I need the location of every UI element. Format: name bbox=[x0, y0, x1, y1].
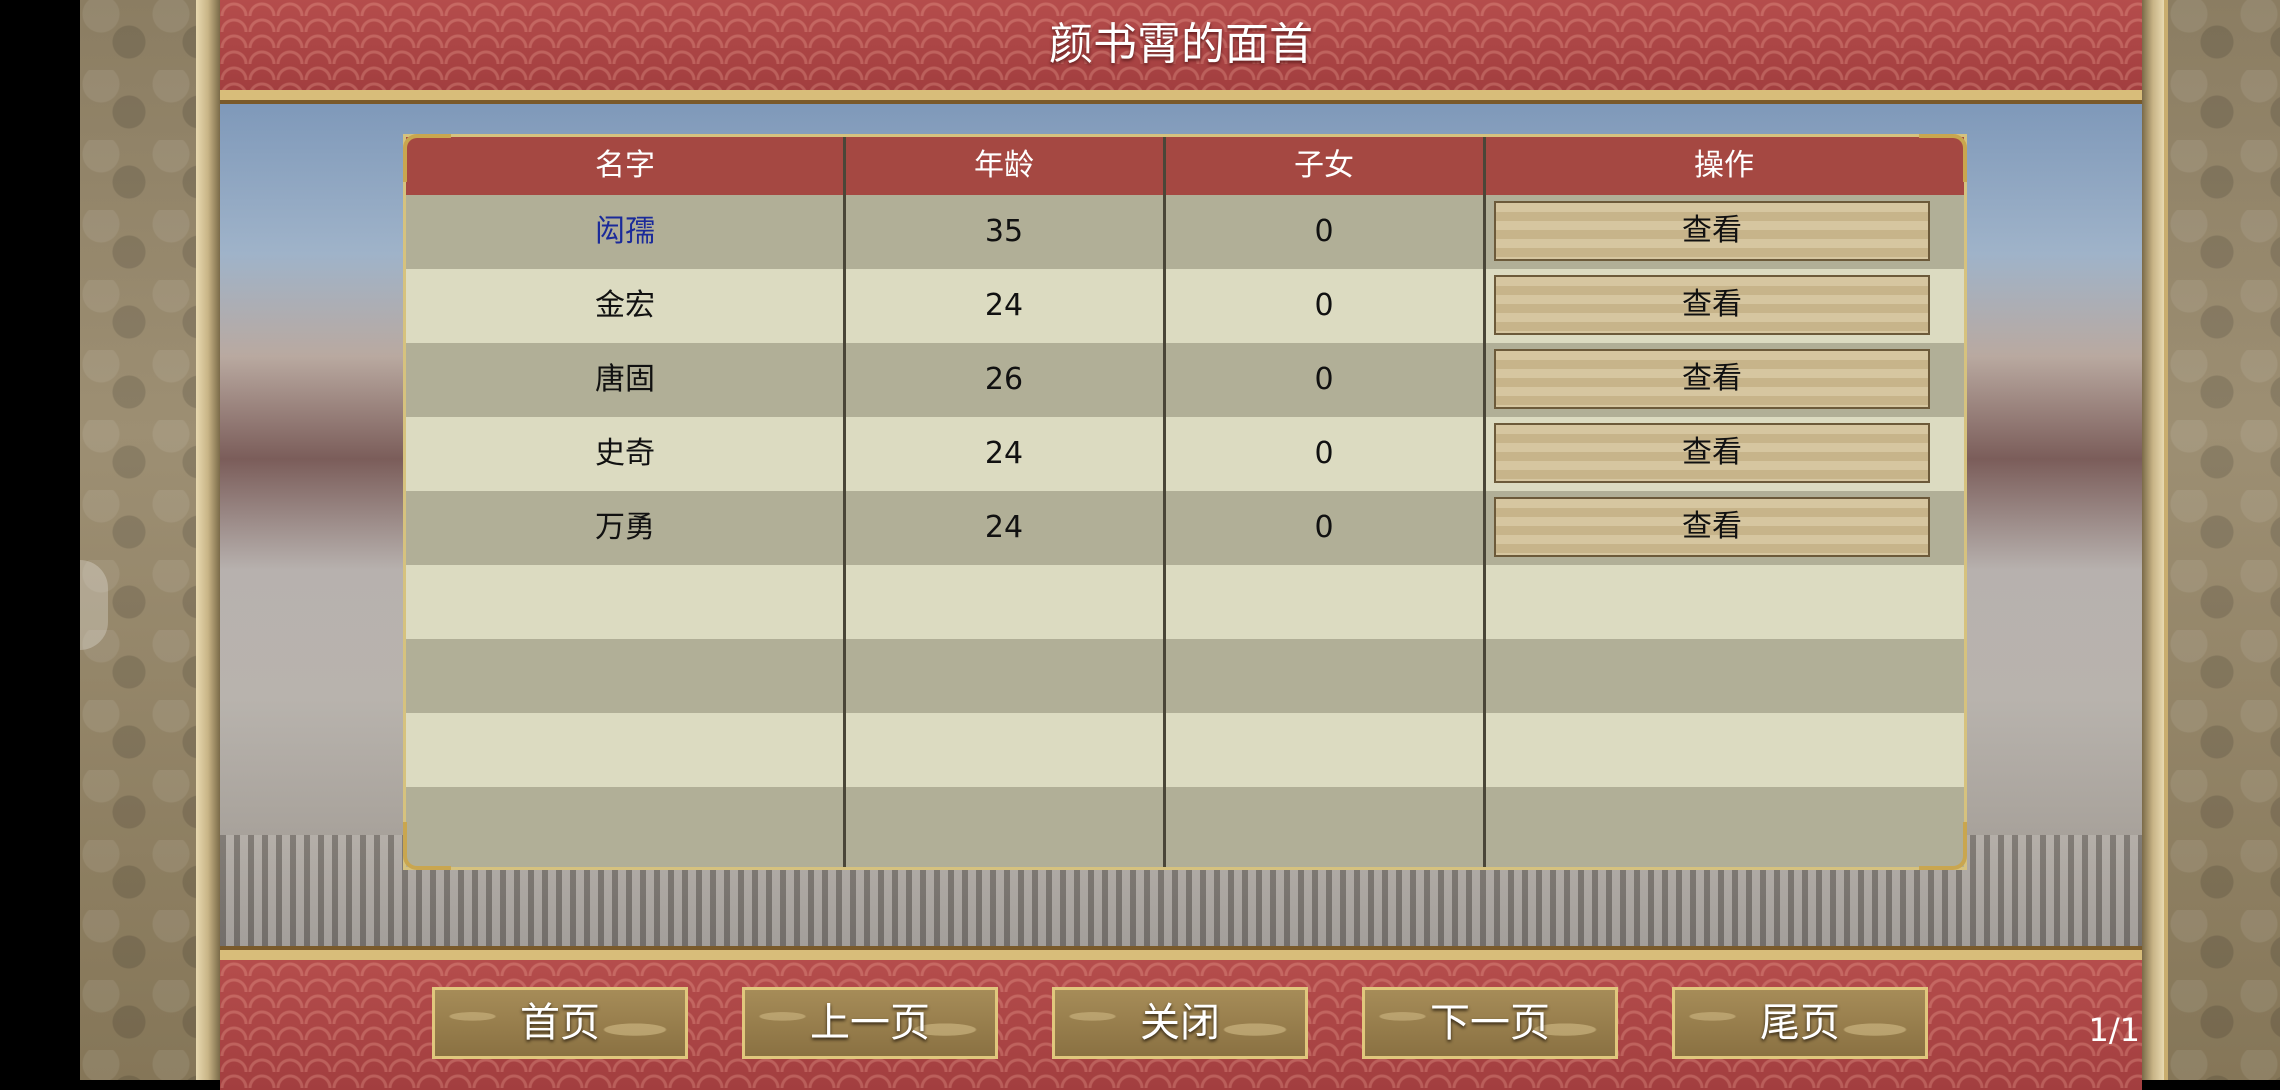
consort-table: 名字 年龄 子女 操作 闳孺 35 0 查看 金宏 24 0 查看 唐固 26 … bbox=[403, 134, 1967, 870]
row-age: 24 bbox=[984, 436, 1024, 471]
corner-ornament bbox=[1919, 134, 1967, 182]
view-button[interactable]: 查看 bbox=[1494, 349, 1930, 409]
table-row: 唐固 26 0 查看 bbox=[406, 343, 1964, 417]
row-action-cell: 查看 bbox=[1484, 417, 1964, 491]
row-action-cell: 查看 bbox=[1484, 195, 1964, 269]
header-age: 年龄 bbox=[974, 148, 1034, 183]
empty-row bbox=[406, 787, 1964, 867]
view-button[interactable]: 查看 bbox=[1494, 497, 1930, 557]
corner-ornament bbox=[1919, 822, 1967, 870]
row-age: 24 bbox=[984, 510, 1024, 545]
row-name: 万勇 bbox=[595, 510, 655, 545]
header-children: 子女 bbox=[1294, 148, 1354, 183]
corner-ornament bbox=[403, 822, 451, 870]
close-button[interactable]: 关闭 bbox=[1052, 987, 1308, 1059]
row-name: 唐固 bbox=[595, 362, 655, 397]
next-page-button[interactable]: 下一页 bbox=[1362, 987, 1618, 1059]
empty-row bbox=[406, 713, 1964, 787]
table-body: 闳孺 35 0 查看 金宏 24 0 查看 唐固 26 0 查看 史奇 24 0… bbox=[406, 195, 1964, 867]
view-button[interactable]: 查看 bbox=[1494, 423, 1930, 483]
page-indicator: 1/1 bbox=[2088, 1011, 2141, 1049]
empty-row bbox=[406, 639, 1964, 713]
left-frame-border bbox=[196, 0, 220, 1080]
row-action-cell: 查看 bbox=[1484, 343, 1964, 417]
table-header: 名字 年龄 子女 操作 bbox=[406, 137, 1964, 195]
row-name: 金宏 bbox=[595, 288, 655, 323]
row-action-cell: 查看 bbox=[1484, 491, 1964, 565]
right-ornament-frame bbox=[2162, 0, 2280, 1080]
row-children: 0 bbox=[1314, 510, 1334, 545]
table-row: 金宏 24 0 查看 bbox=[406, 269, 1964, 343]
row-name[interactable]: 闳孺 bbox=[406, 195, 844, 269]
view-button[interactable]: 查看 bbox=[1494, 275, 1930, 335]
column-divider bbox=[843, 137, 846, 867]
row-action-cell: 查看 bbox=[1484, 269, 1964, 343]
column-divider bbox=[1483, 137, 1486, 867]
row-children: 0 bbox=[1314, 436, 1334, 471]
row-children: 0 bbox=[1314, 288, 1334, 323]
column-divider bbox=[1163, 137, 1166, 867]
row-age: 26 bbox=[984, 362, 1024, 397]
row-age: 35 bbox=[984, 214, 1024, 249]
row-name: 史奇 bbox=[595, 436, 655, 471]
view-button[interactable]: 查看 bbox=[1494, 201, 1930, 261]
row-age: 24 bbox=[984, 288, 1024, 323]
last-page-button[interactable]: 尾页 bbox=[1672, 987, 1928, 1059]
table-row: 闳孺 35 0 查看 bbox=[406, 195, 1964, 269]
header-action: 操作 bbox=[1694, 148, 1754, 183]
prev-page-button[interactable]: 上一页 bbox=[742, 987, 998, 1059]
header-name: 名字 bbox=[595, 148, 655, 183]
table-row: 史奇 24 0 查看 bbox=[406, 417, 1964, 491]
corner-ornament bbox=[403, 134, 451, 182]
right-frame-border bbox=[2142, 0, 2164, 1080]
first-page-button[interactable]: 首页 bbox=[432, 987, 688, 1059]
row-children: 0 bbox=[1314, 214, 1334, 249]
table-row: 万勇 24 0 查看 bbox=[406, 491, 1964, 565]
page-title: 颜书霄的面首 bbox=[1049, 19, 1313, 70]
side-drawer-handle[interactable] bbox=[80, 560, 108, 650]
row-children: 0 bbox=[1314, 362, 1334, 397]
empty-row bbox=[406, 565, 1964, 639]
